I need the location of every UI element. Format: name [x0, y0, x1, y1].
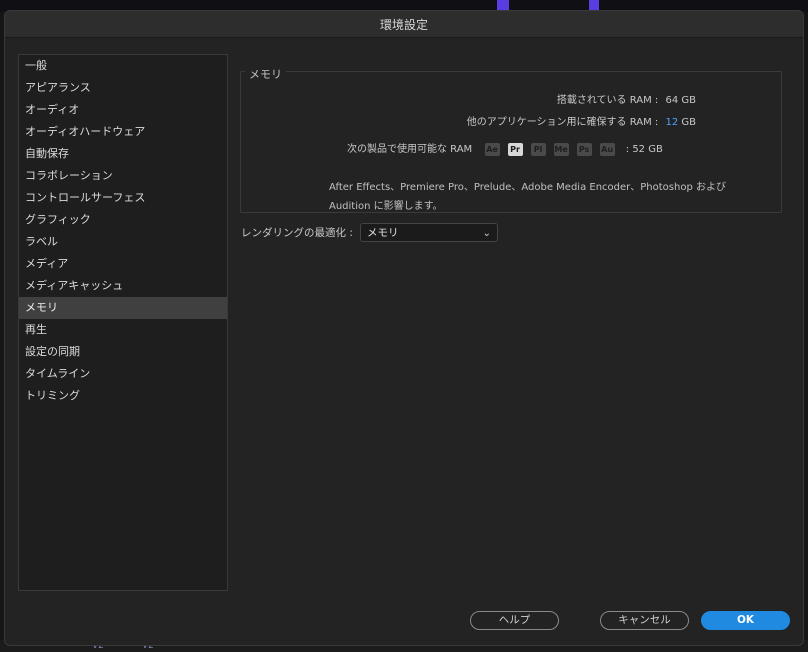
installed-ram-label: 搭載されている RAM : — [556, 95, 659, 106]
sidebar-item[interactable]: トリミング — [19, 385, 227, 407]
sidebar-item[interactable]: コントロールサーフェス — [19, 187, 227, 209]
memory-note-line2: Audition に影響します。 — [329, 201, 443, 212]
sidebar-item[interactable]: 一般 — [19, 55, 227, 77]
sidebar-item[interactable]: コラボレーション — [19, 165, 227, 187]
app-badges: Ae Pr Pl Me Ps Au — [484, 142, 623, 156]
sidebar-item[interactable]: 自動保存 — [19, 143, 227, 165]
memory-note-line1: After Effects、Premiere Pro、Prelude、Adobe… — [329, 182, 726, 193]
available-ram-label: 次の製品で使用可能な RAM — [347, 144, 473, 155]
preferences-dialog: 環境設定 一般 アピアランス オーディオ オーディオハードウェア 自動保存 コラボレーショ… — [4, 10, 804, 646]
installed-ram-row: 搭載されている RAM : 64 GB — [557, 91, 696, 106]
sidebar-item[interactable]: オーディオハードウェア — [19, 121, 227, 143]
sidebar-item[interactable]: グラフィック — [19, 209, 227, 231]
help-button[interactable]: ヘルプ — [470, 611, 559, 630]
rendering-optimization-select[interactable]: メモリ ⌄ — [360, 223, 498, 242]
sidebar-item[interactable]: アピアランス — [19, 77, 227, 99]
sidebar-item[interactable]: タイムライン — [19, 363, 227, 385]
dialog-title: 環境設定 — [379, 17, 428, 32]
reserved-ram-label: 他のアプリケーション用に確保する RAM : — [466, 117, 659, 128]
sidebar-item[interactable]: 設定の同期 — [19, 341, 227, 363]
ok-button[interactable]: OK — [701, 611, 790, 630]
preferences-sidebar: 一般 アピアランス オーディオ オーディオハードウェア 自動保存 コラボレーション コントロ… — [18, 54, 228, 591]
sidebar-item[interactable]: オーディオ — [19, 99, 227, 121]
app-badge-ps: Ps — [576, 142, 592, 156]
sidebar-item[interactable]: 再生 — [19, 319, 227, 341]
chevron-down-icon: ⌄ — [482, 228, 491, 239]
dialog-titlebar: 環境設定 — [5, 11, 803, 38]
app-badge-au: Au — [599, 142, 615, 156]
reserved-ram-value[interactable]: 12 — [665, 117, 678, 128]
app-badge-pr: Pr — [507, 142, 523, 156]
available-ram-row: 次の製品で使用可能な RAM Ae Pr Pl Me Ps Au : 52 GB — [347, 140, 663, 156]
reserved-ram-unit: GB — [681, 117, 696, 128]
memory-group-title: メモリ — [245, 66, 286, 82]
sidebar-item[interactable]: メディアキャッシュ — [19, 275, 227, 297]
app-badge-pl: Pl — [530, 142, 546, 156]
app-badge-ae: Ae — [484, 142, 500, 156]
available-ram-value: : 52 GB — [625, 144, 663, 155]
rendering-optimization-label: レンダリングの最適化 : — [241, 227, 353, 239]
sidebar-item[interactable]: メモリ — [19, 297, 227, 319]
rendering-optimization-value: メモリ — [367, 227, 399, 239]
sidebar-item[interactable]: メディア — [19, 253, 227, 275]
installed-ram-value: 64 GB — [665, 95, 696, 106]
reserved-ram-row: 他のアプリケーション用に確保する RAM : 12 GB — [467, 113, 696, 128]
cancel-button[interactable]: キャンセル — [600, 611, 689, 630]
sidebar-item[interactable]: ラベル — [19, 231, 227, 253]
app-badge-me: Me — [553, 142, 569, 156]
